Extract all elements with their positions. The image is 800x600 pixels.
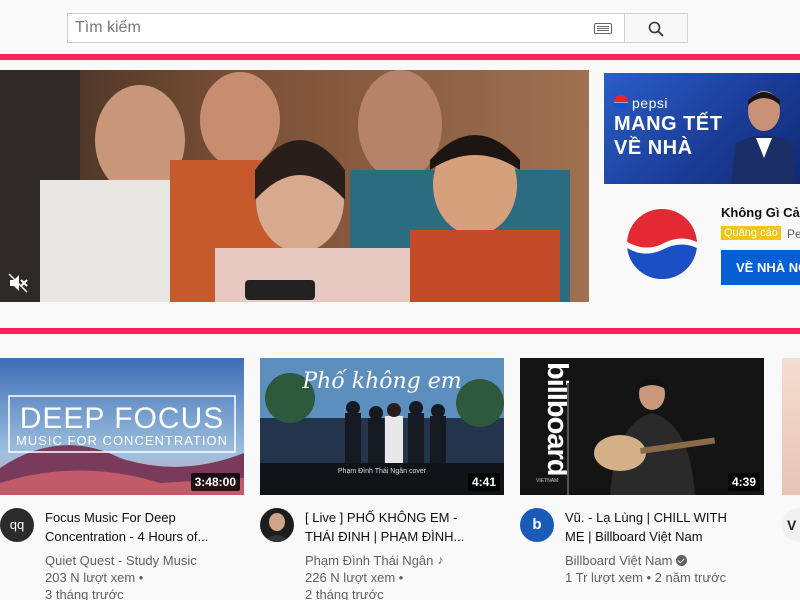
search-button[interactable] (625, 13, 688, 43)
video-card[interactable]: DEEP FOCUS MUSIC FOR CONCENTRATION 3:48:… (0, 358, 244, 600)
mute-icon[interactable] (7, 272, 29, 294)
next-channel-avatar-peek[interactable]: V (782, 508, 800, 542)
highlight-divider-bottom (0, 328, 800, 334)
thumbnail-title: DEEP FOCUS (20, 402, 225, 435)
ad-banner[interactable]: pepsi MANG TẾT VỀ NHÀ (604, 73, 800, 184)
pepsi-logo[interactable] (626, 208, 698, 280)
thumbnail-subtitle: VIETNAM (536, 478, 558, 484)
thumbnail-subtitle: MUSIC FOR CONCENTRATION (16, 433, 228, 448)
video-duration: 4:41 (467, 473, 500, 491)
video-duration: 4:39 (727, 473, 760, 491)
video-title[interactable]: Focus Music For Deep Concentration - 4 H… (45, 508, 240, 546)
thumbnail-subtitle: Phạm Đình Thái Ngân cover (338, 468, 427, 475)
thumbnail-title: Phố không em (301, 368, 461, 394)
banner-line-2: VỀ NHÀ (614, 137, 693, 159)
banner-line-1: MANG TẾT (614, 113, 723, 135)
video-thumbnail[interactable]: billboard VIETNAM 4:39 (520, 358, 764, 495)
search-box[interactable] (67, 13, 625, 43)
banner-brand: pepsi (632, 95, 668, 111)
channel-avatar[interactable]: b (520, 508, 554, 542)
video-title-line-2: THÁI ĐINH | PHẠM ĐÌNH... (305, 529, 465, 544)
ad-video-frame (0, 70, 589, 302)
view-count: 226 N lượt xem • (305, 570, 404, 585)
channel-name[interactable]: Billboard Việt Nam (565, 552, 765, 569)
video-duration: 3:48:00 (190, 473, 240, 491)
highlight-divider-top (0, 54, 800, 60)
video-title-line-1: [ Live ] PHỐ KHÔNG EM - (305, 510, 458, 525)
upload-age: 3 tháng trước (45, 587, 124, 600)
keyboard-icon[interactable] (594, 23, 612, 34)
video-title[interactable]: [ Live ] PHỐ KHÔNG EM - THÁI ĐINH | PHẠM… (305, 508, 500, 546)
youtube-page: pepsi MANG TẾT VỀ NHÀ Không Gì Cản Quảng… (0, 0, 800, 600)
banner-person-image (731, 91, 796, 184)
music-note-icon: ♪ (437, 553, 444, 567)
channel-name[interactable]: Quiet Quest - Study Music (45, 552, 245, 569)
channel-name[interactable]: Phạm Đình Thái Ngân ♪ (305, 552, 505, 569)
video-thumbnail[interactable]: DEEP FOCUS MUSIC FOR CONCENTRATION 3:48:… (0, 358, 244, 495)
view-count: 203 N lượt xem • (45, 570, 144, 585)
video-title-line-1: Vũ. - Lạ Lùng | CHILL WITH (565, 510, 727, 525)
ad-sponsor: Pe (787, 227, 800, 241)
top-bar (0, 0, 800, 52)
search-input[interactable] (68, 14, 578, 42)
video-title-line-1: Focus Music For Deep (45, 510, 176, 525)
video-meta: Billboard Việt Nam 1 Tr lượt xem • 2 năm… (565, 552, 765, 586)
video-card[interactable]: Phố không em Phạm Đình Thái Ngân cover 4… (260, 358, 504, 600)
video-title[interactable]: Vũ. - Lạ Lùng | CHILL WITH ME | Billboar… (565, 508, 760, 546)
video-thumbnail[interactable]: Phố không em Phạm Đình Thái Ngân cover 4… (260, 358, 504, 495)
video-meta: Phạm Đình Thái Ngân ♪ 226 N lượt xem • 2 … (305, 552, 505, 600)
next-video-thumbnail-peek[interactable] (782, 358, 800, 495)
channel-avatar[interactable] (260, 508, 294, 542)
video-title-line-2: Concentration - 4 Hours of... (45, 529, 209, 544)
avatar-text: qq (9, 517, 25, 532)
ad-cta-button[interactable]: VỀ NHÀ NG (721, 250, 800, 285)
video-meta: Quiet Quest - Study Music 203 N lượt xem… (45, 552, 245, 600)
avatar-text: b (532, 516, 542, 533)
ad-badge: Quảng cáo (721, 226, 781, 240)
ad-title[interactable]: Không Gì Cản (721, 205, 800, 220)
upload-age: 2 tháng trước (305, 587, 384, 600)
verified-icon (676, 555, 688, 566)
avatar-image (260, 508, 294, 542)
channel-avatar[interactable]: qq (0, 508, 34, 542)
video-card[interactable]: billboard VIETNAM 4:39 b Vũ. - Lạ Lùng |… (520, 358, 764, 585)
video-title-line-2: ME | Billboard Việt Nam (565, 529, 703, 544)
view-count: 1 Tr lượt xem • 2 năm trước (565, 570, 727, 585)
search-icon (648, 21, 664, 37)
ad-video-player[interactable] (0, 70, 589, 302)
